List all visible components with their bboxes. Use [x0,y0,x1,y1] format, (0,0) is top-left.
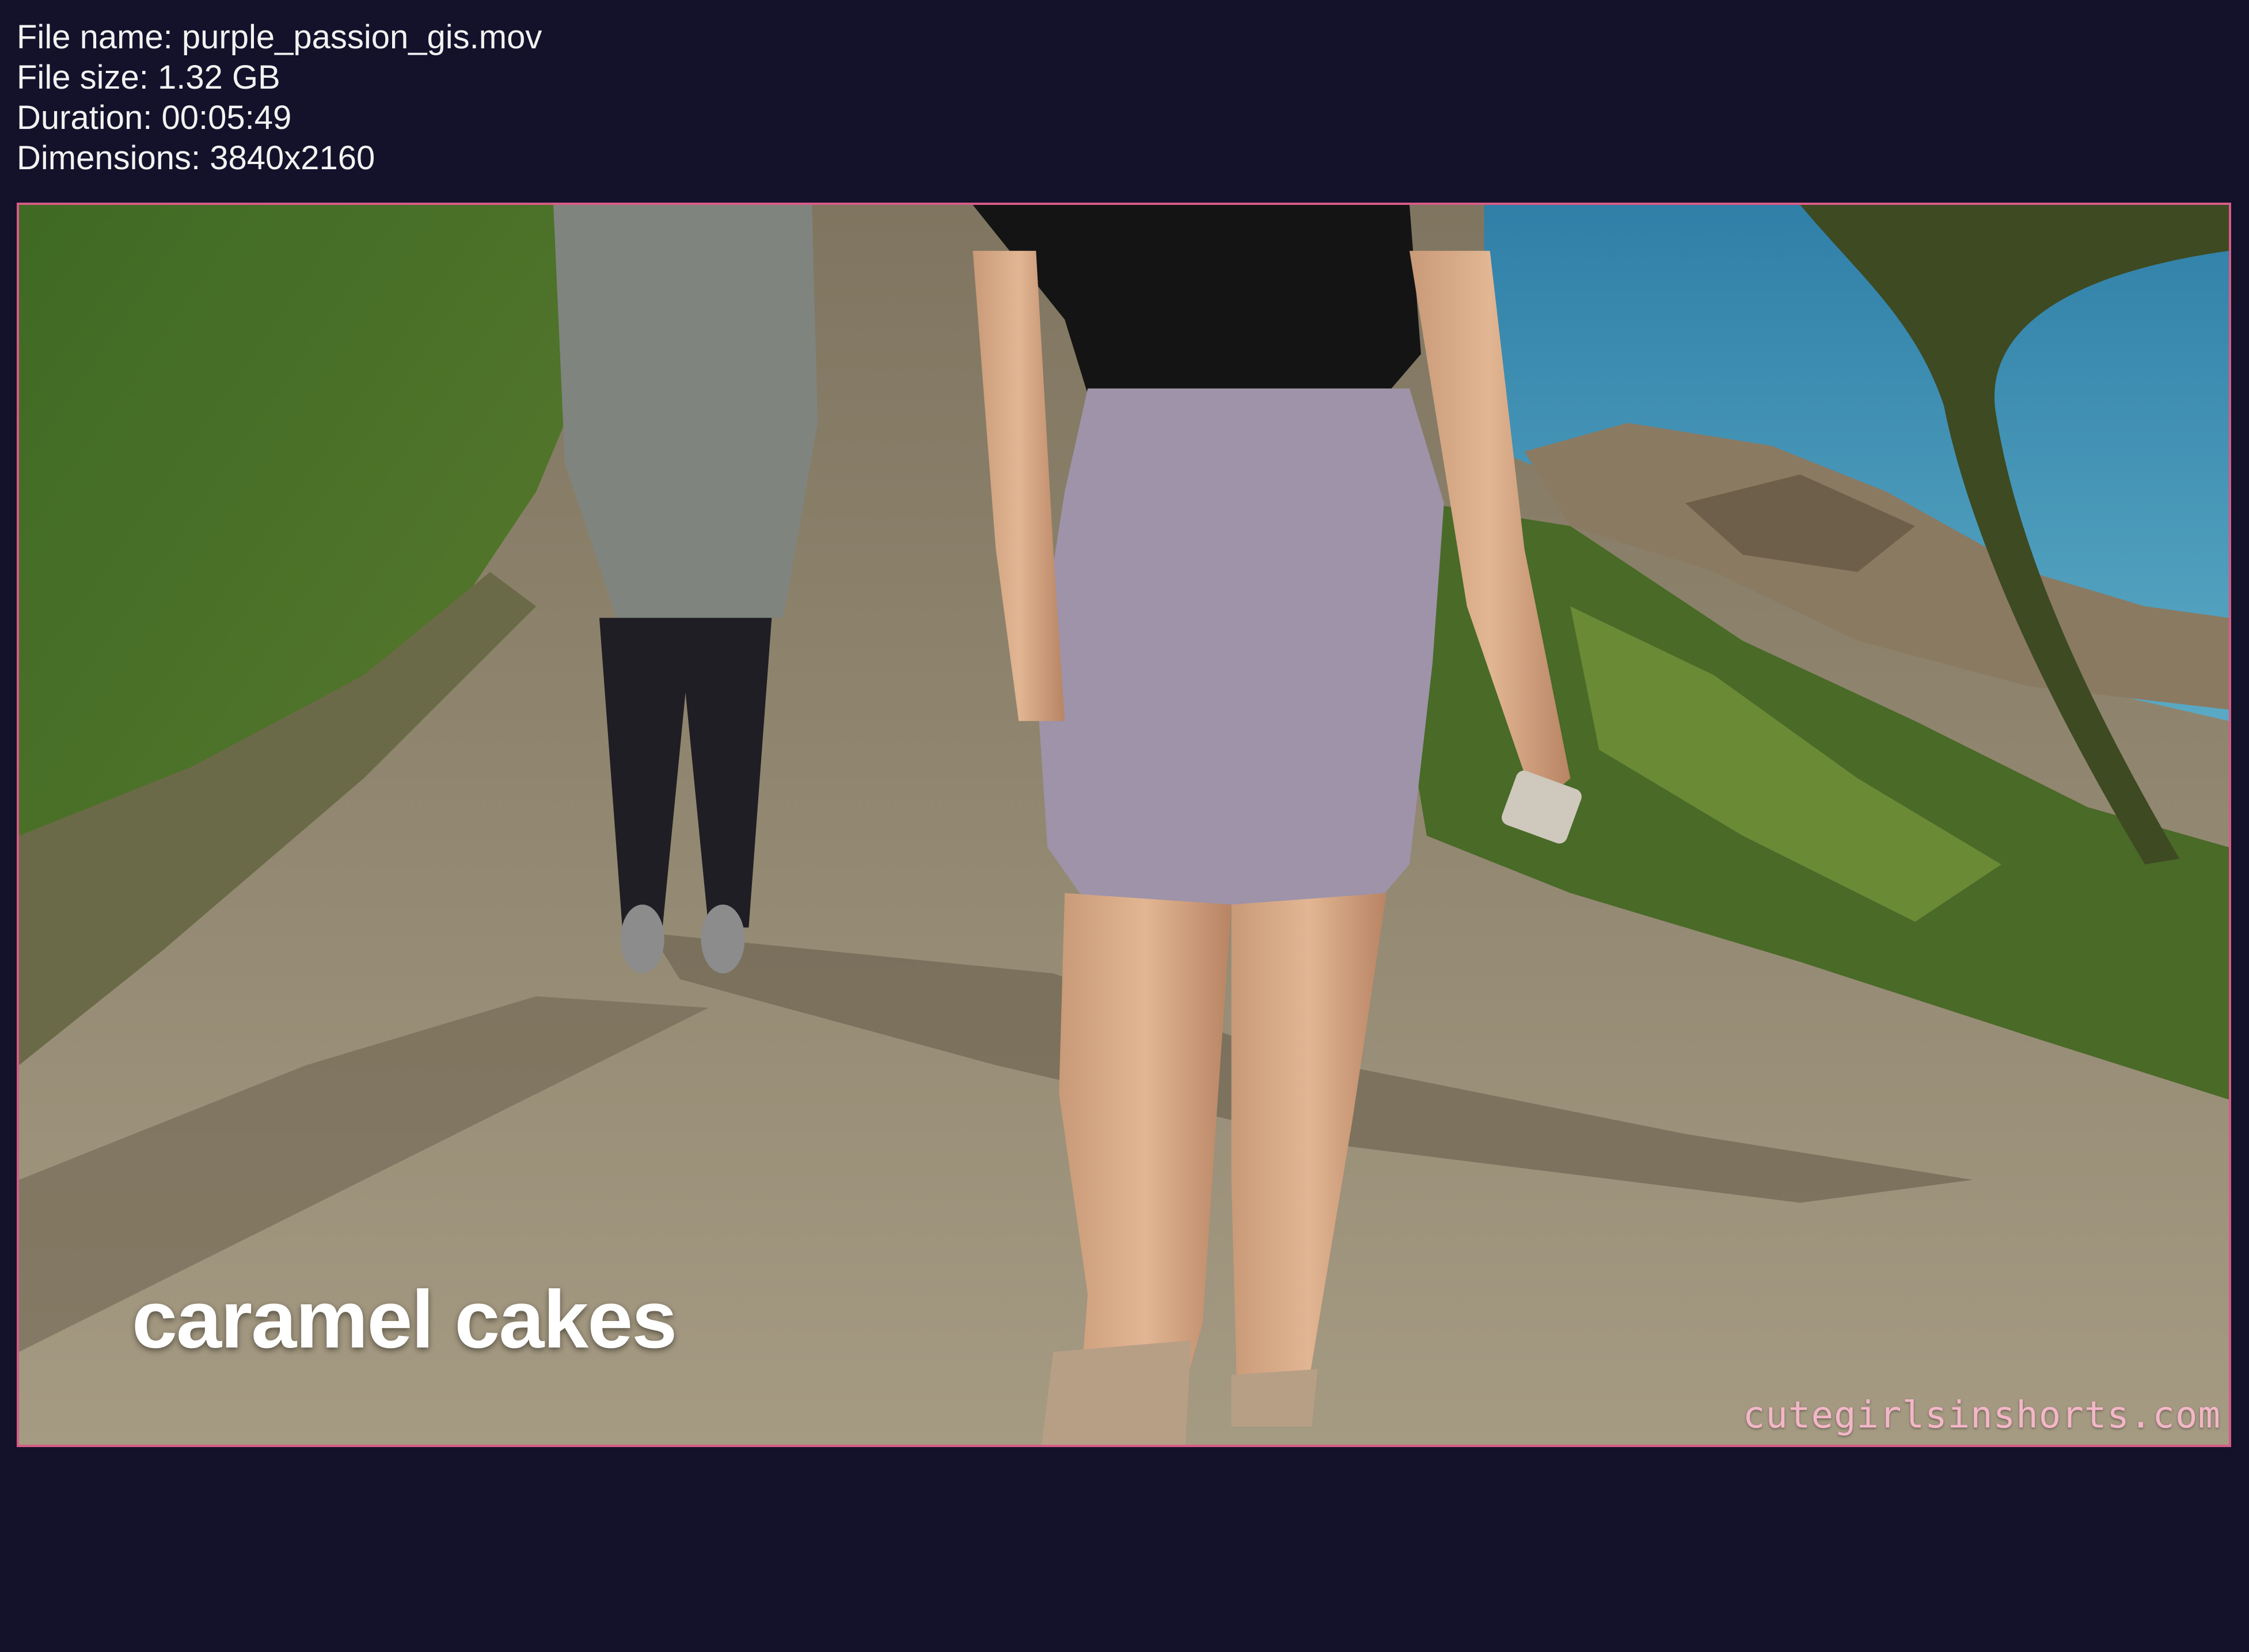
video-frame-thumbnail[interactable]: caramel cakes cutegirlsinshorts.com [17,203,2231,1447]
video-frame-image [19,205,2229,1445]
file-size-text: File size: 1.32 GB [17,59,280,96]
video-caption: caramel cakes [132,1274,677,1365]
file-info-panel: File name: purple_passion_gis.mov File s… [17,17,542,178]
file-name-text: File name: purple_passion_gis.mov [17,18,542,56]
dimensions-text: Dimensions: 3840x2160 [17,139,375,177]
duration-text: Duration: 00:05:49 [17,99,292,136]
watermark-text: cutegirlsinshorts.com [1742,1394,2221,1437]
